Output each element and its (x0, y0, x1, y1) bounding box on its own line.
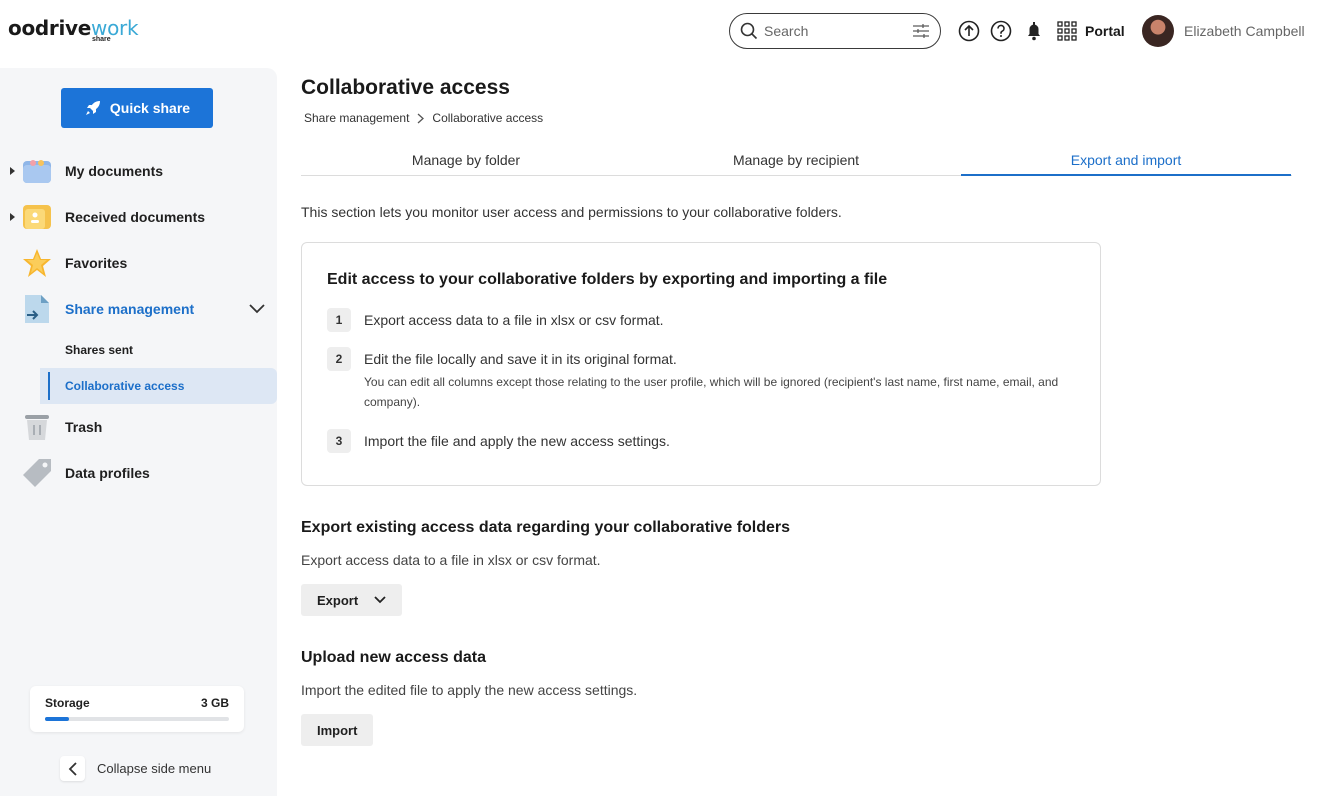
step-note: You can edit all columns except those re… (364, 375, 1059, 409)
chevron-down-icon[interactable] (249, 304, 265, 314)
export-button-label: Export (317, 592, 359, 608)
user-menu[interactable]: Elizabeth Campbell (1142, 15, 1305, 47)
import-button-label: Import (317, 722, 358, 738)
notification-bell-icon[interactable] (1023, 20, 1045, 42)
step-2: 2 Edit the file locally and save it in i… (327, 347, 1084, 412)
export-section-text: Export access data to a file in xlsx or … (301, 552, 601, 568)
storage-bar-fill (45, 717, 69, 721)
sidebar-item-label: Data profiles (65, 465, 150, 481)
top-bar: oodrivework share Portal Elizabeth Campb… (0, 0, 1322, 62)
storage-label: Storage (45, 696, 90, 710)
step-1: 1 Export access data to a file in xlsx o… (327, 308, 664, 332)
breadcrumb-current: Collaborative access (432, 111, 544, 125)
instructions-card: Edit access to your collaborative folder… (301, 242, 1101, 486)
star-icon (23, 249, 51, 277)
search-box[interactable] (729, 13, 941, 49)
sidebar-item-label: Received documents (65, 209, 206, 225)
tag-icon (23, 459, 51, 487)
storage-bar (45, 717, 229, 721)
breadcrumb-share-management[interactable]: Share management (304, 111, 409, 125)
import-button[interactable]: Import (301, 714, 374, 746)
sidebar-item-received-documents[interactable]: Received documents (0, 197, 277, 237)
search-icon (740, 22, 758, 40)
share-document-icon (25, 295, 49, 323)
storage-value: 3 GB (200, 696, 229, 710)
breadcrumb: Share management Collaborative access (304, 111, 543, 125)
user-name: Elizabeth Campbell (1184, 23, 1305, 39)
tab-manage-by-recipient[interactable]: Manage by recipient (631, 145, 961, 175)
chevron-right-icon (417, 113, 425, 123)
sidebar-item-my-documents[interactable]: My documents (0, 151, 277, 191)
step-number: 3 (327, 429, 351, 453)
logo-sub: share (92, 36, 111, 43)
page-title: Collaborative access (301, 76, 510, 99)
sidebar-subitem-shares-sent[interactable]: Shares sent (40, 332, 277, 368)
logo-main: oodrive (8, 16, 92, 40)
sidebar-item-label: Share management (65, 301, 195, 317)
rocket-icon (85, 101, 100, 115)
search-input[interactable] (764, 23, 904, 39)
step-text: Edit the file locally and save it in its… (364, 347, 1084, 412)
step-number: 2 (327, 347, 351, 371)
sidebar-subitem-collaborative-access[interactable]: Collaborative access (40, 368, 277, 404)
sidebar-item-favorites[interactable]: Favorites (0, 243, 277, 283)
filter-icon[interactable] (912, 23, 930, 39)
expand-caret-icon[interactable] (10, 167, 15, 175)
export-button[interactable]: Export (301, 584, 403, 616)
received-folder-icon (23, 205, 51, 229)
chevron-left-icon[interactable] (60, 756, 85, 781)
upload-icon[interactable] (958, 20, 980, 42)
tab-manage-by-folder[interactable]: Manage by folder (301, 145, 631, 175)
sidebar-subitem-label: Shares sent (65, 343, 134, 357)
sidebar-item-label: My documents (65, 163, 164, 179)
step-3: 3 Import the file and apply the new acce… (327, 429, 670, 453)
tab-bar: Manage by folder Manage by recipient Exp… (301, 145, 1292, 176)
card-title: Edit access to your collaborative folder… (327, 271, 888, 288)
step-text: Export access data to a file in xlsx or … (364, 312, 664, 328)
intro-text: This section lets you monitor user acces… (301, 204, 842, 220)
trash-icon (25, 415, 49, 440)
import-section-text: Import the edited file to apply the new … (301, 682, 638, 698)
help-icon[interactable] (990, 20, 1012, 42)
step-number: 1 (327, 308, 351, 332)
sidebar-item-label: Trash (65, 419, 103, 435)
storage-widget: Storage 3 GB (30, 686, 244, 732)
sidebar: Quick share My documents Received docume… (0, 68, 277, 796)
chevron-down-icon (374, 596, 386, 604)
folder-icon (23, 160, 51, 183)
apps-grid-icon (1057, 21, 1077, 41)
sidebar-subitem-label: Collaborative access (65, 379, 185, 393)
expand-caret-icon[interactable] (10, 213, 15, 221)
portal-menu[interactable]: Portal (1057, 21, 1125, 41)
quick-share-label: Quick share (109, 100, 191, 116)
collapse-label: Collapse side menu (97, 761, 212, 776)
step-text: Import the file and apply the new access… (364, 433, 670, 449)
sidebar-item-trash[interactable]: Trash (0, 407, 277, 447)
oodrive-logo[interactable]: oodrivework share (8, 16, 139, 48)
sidebar-item-share-management[interactable]: Share management (0, 289, 277, 329)
portal-label: Portal (1085, 23, 1125, 39)
collapse-side-menu-button[interactable]: Collapse side menu (60, 756, 211, 781)
quick-share-button[interactable]: Quick share (61, 88, 213, 128)
export-section-title: Export existing access data regarding yo… (301, 519, 791, 536)
sidebar-item-label: Favorites (65, 255, 128, 271)
avatar (1142, 15, 1174, 47)
step-main-text: Edit the file locally and save it in its… (364, 351, 677, 367)
tab-export-and-import[interactable]: Export and import (961, 145, 1291, 176)
import-section-title: Upload new access data (301, 649, 486, 666)
sidebar-item-data-profiles[interactable]: Data profiles (0, 453, 277, 493)
